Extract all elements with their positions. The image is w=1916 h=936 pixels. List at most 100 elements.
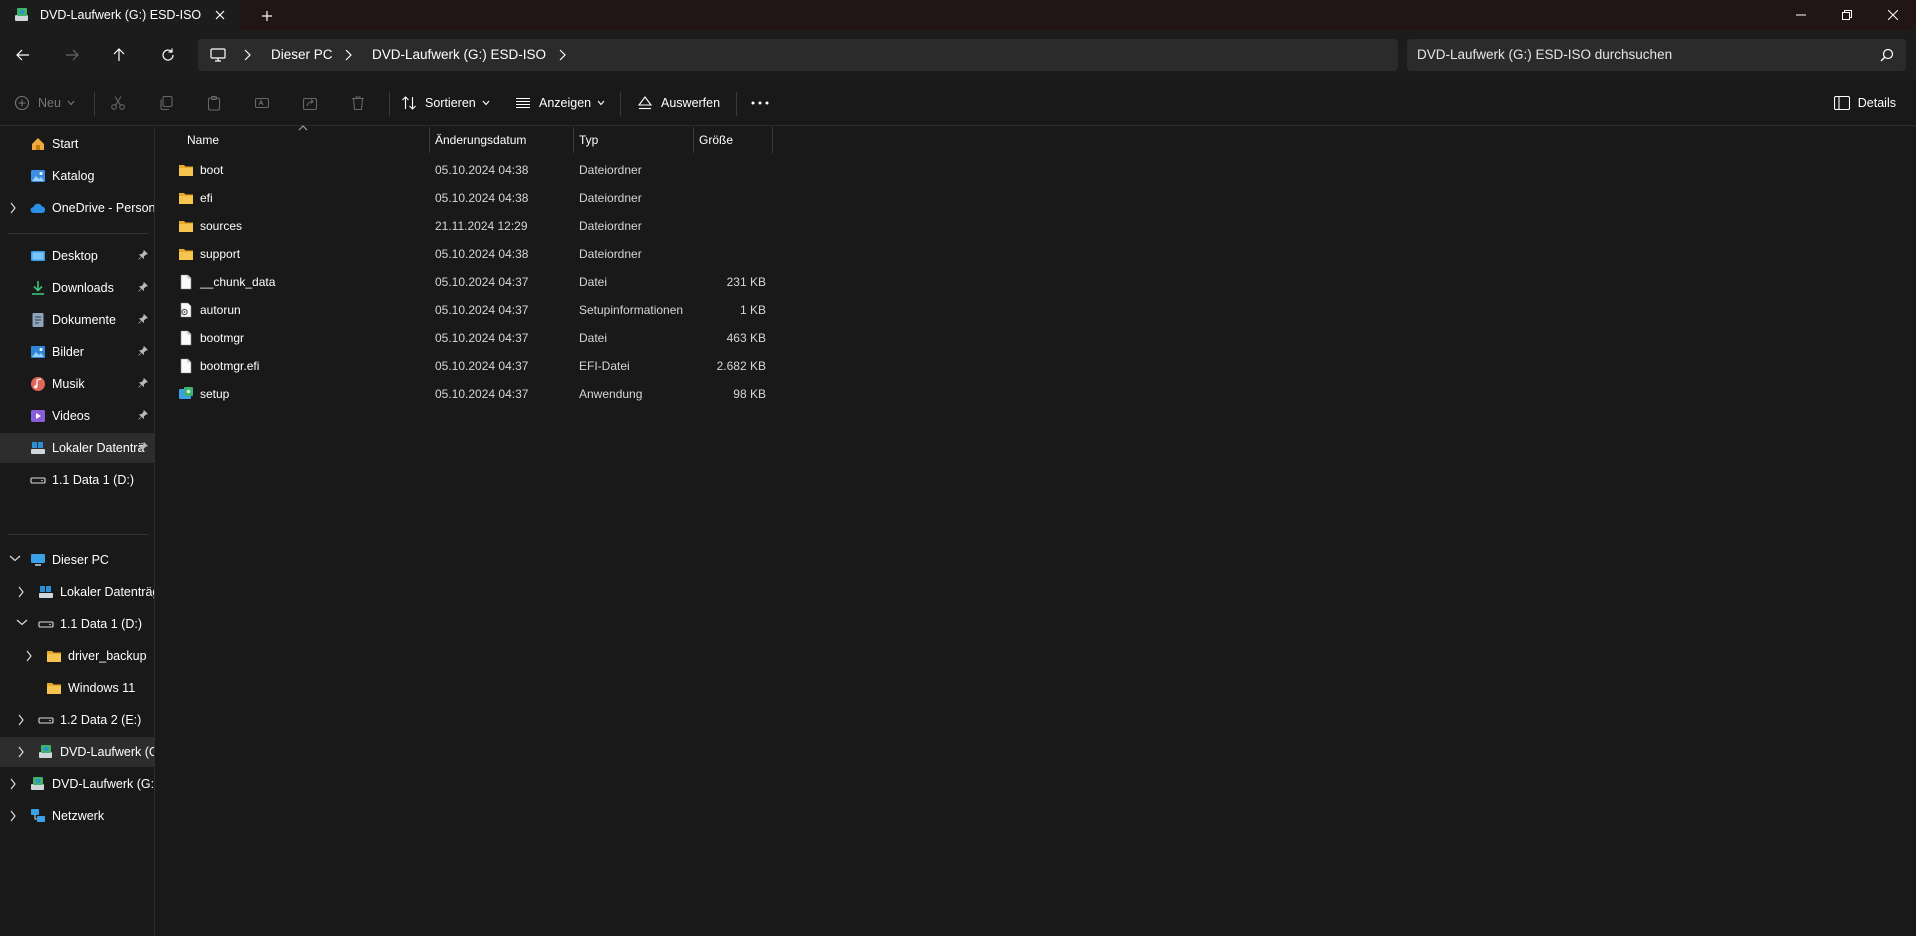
sort-button[interactable]: Sortieren bbox=[401, 88, 490, 118]
column-header-size[interactable]: Größe bbox=[699, 127, 733, 153]
sidebar-item-dokumente[interactable]: Dokumente bbox=[0, 305, 154, 335]
new-tab-button[interactable] bbox=[254, 3, 280, 29]
pin-icon[interactable] bbox=[138, 378, 148, 388]
paste-button[interactable] bbox=[202, 91, 226, 115]
file-row[interactable]: support 05.10.2024 04:38 Dateiordner bbox=[170, 240, 930, 268]
sidebar-item-start[interactable]: Start bbox=[0, 129, 154, 159]
pin-icon[interactable] bbox=[138, 250, 148, 260]
view-button-label: Anzeigen bbox=[539, 96, 592, 110]
chevron-right-icon[interactable] bbox=[9, 810, 17, 822]
share-button[interactable] bbox=[298, 91, 322, 115]
column-header-type[interactable]: Typ bbox=[579, 127, 598, 153]
pin-icon[interactable] bbox=[138, 282, 148, 292]
sidebar-item-windows11[interactable]: Windows 11 bbox=[0, 673, 154, 703]
file-row[interactable]: bootmgr.efi 05.10.2024 04:37 EFI-Datei 2… bbox=[170, 352, 930, 380]
search-icon[interactable] bbox=[1880, 48, 1894, 62]
rename-button[interactable] bbox=[250, 91, 274, 115]
address-bar[interactable]: Dieser PC DVD-Laufwerk (G:) ESD-ISO bbox=[198, 39, 1398, 71]
file-name: sources bbox=[200, 219, 243, 233]
breadcrumb-this-pc[interactable]: Dieser PC bbox=[271, 39, 333, 71]
sidebar-item-dvd-drive-root[interactable]: DVD-Laufwerk (G:) bbox=[0, 769, 154, 799]
cut-button[interactable] bbox=[106, 91, 130, 115]
sidebar-item-data1-tree[interactable]: 1.1 Data 1 (D:) bbox=[0, 609, 154, 639]
sidebar-item-local-drive[interactable]: Lokaler Datenträ bbox=[0, 433, 154, 463]
chevron-right-icon[interactable] bbox=[17, 586, 25, 598]
file-row[interactable]: efi 05.10.2024 04:38 Dateiordner bbox=[170, 184, 930, 212]
file-row[interactable]: bootmgr 05.10.2024 04:37 Datei 463 KB bbox=[170, 324, 930, 352]
restore-button[interactable] bbox=[1824, 0, 1870, 30]
search-input[interactable]: DVD-Laufwerk (G:) ESD-ISO durchsuchen bbox=[1417, 39, 1672, 71]
sidebar-item-dvd-drive-tree[interactable]: DVD-Laufwerk (G: bbox=[0, 737, 154, 767]
column-divider[interactable] bbox=[429, 127, 430, 153]
pin-icon[interactable] bbox=[138, 442, 148, 452]
chevron-right-icon[interactable] bbox=[25, 650, 33, 662]
drive-icon bbox=[38, 712, 54, 728]
navigation-bar: Dieser PC DVD-Laufwerk (G:) ESD-ISO DVD-… bbox=[0, 30, 1916, 80]
sidebar-item-musik[interactable]: Musik bbox=[0, 369, 154, 399]
chevron-down-icon bbox=[597, 100, 605, 106]
sidebar-item-videos[interactable]: Videos bbox=[0, 401, 154, 431]
sidebar-item-data1-quick[interactable]: 1.1 Data 1 (D:) bbox=[0, 465, 154, 495]
dvd-drive-icon bbox=[30, 776, 46, 792]
chevron-right-icon[interactable] bbox=[9, 778, 17, 790]
file-size: 463 KB bbox=[726, 331, 766, 345]
pin-icon[interactable] bbox=[138, 314, 148, 324]
setup-app-icon bbox=[178, 386, 194, 402]
forward-button[interactable] bbox=[57, 40, 87, 70]
sidebar-item-driver-backup[interactable]: driver_backup bbox=[0, 641, 154, 671]
sidebar-item-data2[interactable]: 1.2 Data 2 (E:) bbox=[0, 705, 154, 735]
back-button[interactable] bbox=[8, 40, 38, 70]
sort-button-label: Sortieren bbox=[425, 96, 476, 110]
file-name: efi bbox=[200, 191, 213, 205]
sidebar-item-bilder[interactable]: Bilder bbox=[0, 337, 154, 367]
videos-icon bbox=[30, 408, 46, 424]
view-button[interactable]: Anzeigen bbox=[515, 88, 605, 118]
sidebar-item-netzwerk[interactable]: Netzwerk bbox=[0, 801, 154, 831]
search-box[interactable]: DVD-Laufwerk (G:) ESD-ISO durchsuchen bbox=[1407, 39, 1906, 71]
close-window-button[interactable] bbox=[1870, 0, 1916, 30]
chevron-right-icon[interactable] bbox=[17, 714, 25, 726]
file-row[interactable]: autorun 05.10.2024 04:37 Setupinformatio… bbox=[170, 296, 930, 324]
file-row[interactable]: __chunk_data 05.10.2024 04:37 Datei 231 … bbox=[170, 268, 930, 296]
sidebar-item-katalog[interactable]: Katalog bbox=[0, 161, 154, 191]
copy-icon bbox=[160, 95, 173, 111]
file-row[interactable]: setup 05.10.2024 04:37 Anwendung 98 KB bbox=[170, 380, 930, 408]
file-name: __chunk_data bbox=[200, 275, 276, 289]
file-date: 05.10.2024 04:37 bbox=[435, 331, 529, 345]
tab-close-button[interactable] bbox=[206, 1, 234, 29]
column-header-name[interactable]: Name bbox=[187, 127, 219, 153]
refresh-button[interactable] bbox=[153, 40, 183, 70]
file-date: 05.10.2024 04:37 bbox=[435, 359, 529, 373]
sidebar-item-this-pc[interactable]: Dieser PC bbox=[0, 545, 154, 575]
details-pane-button[interactable]: Details bbox=[1833, 88, 1896, 118]
file-row[interactable]: sources 21.11.2024 12:29 Dateiordner bbox=[170, 212, 930, 240]
eject-button[interactable]: Auswerfen bbox=[637, 88, 720, 118]
file-row[interactable]: boot 05.10.2024 04:38 Dateiordner bbox=[170, 156, 930, 184]
column-divider[interactable] bbox=[772, 127, 773, 153]
pin-icon[interactable] bbox=[138, 346, 148, 356]
chevron-down-icon[interactable] bbox=[16, 618, 28, 626]
pin-icon[interactable] bbox=[138, 410, 148, 420]
minimize-button[interactable] bbox=[1778, 0, 1824, 30]
new-button[interactable]: Neu bbox=[14, 88, 75, 118]
sidebar-item-local-drive-tree[interactable]: Lokaler Datenträg bbox=[0, 577, 154, 607]
sidebar-item-label: Downloads bbox=[52, 281, 114, 295]
sidebar-item-downloads[interactable]: Downloads bbox=[0, 273, 154, 303]
breadcrumb-dvd-drive[interactable]: DVD-Laufwerk (G:) ESD-ISO bbox=[372, 39, 546, 71]
more-options-button[interactable] bbox=[748, 91, 772, 115]
sidebar-item-label: Katalog bbox=[52, 169, 95, 183]
chevron-down-icon[interactable] bbox=[9, 554, 21, 562]
sidebar-item-desktop[interactable]: Desktop bbox=[0, 241, 154, 271]
chevron-right-icon[interactable] bbox=[557, 49, 567, 61]
column-divider[interactable] bbox=[573, 127, 574, 153]
tab-active[interactable]: DVD-Laufwerk (G:) ESD-ISO bbox=[0, 0, 240, 30]
delete-button[interactable] bbox=[346, 91, 370, 115]
chevron-right-icon[interactable] bbox=[9, 202, 17, 214]
file-date: 05.10.2024 04:38 bbox=[435, 163, 529, 177]
copy-button[interactable] bbox=[154, 91, 178, 115]
up-button[interactable] bbox=[104, 40, 134, 70]
sidebar-item-onedrive[interactable]: OneDrive - Persona bbox=[0, 193, 154, 223]
column-divider[interactable] bbox=[693, 127, 694, 153]
chevron-right-icon[interactable] bbox=[17, 746, 25, 758]
column-header-date[interactable]: Änderungsdatum bbox=[435, 127, 526, 153]
